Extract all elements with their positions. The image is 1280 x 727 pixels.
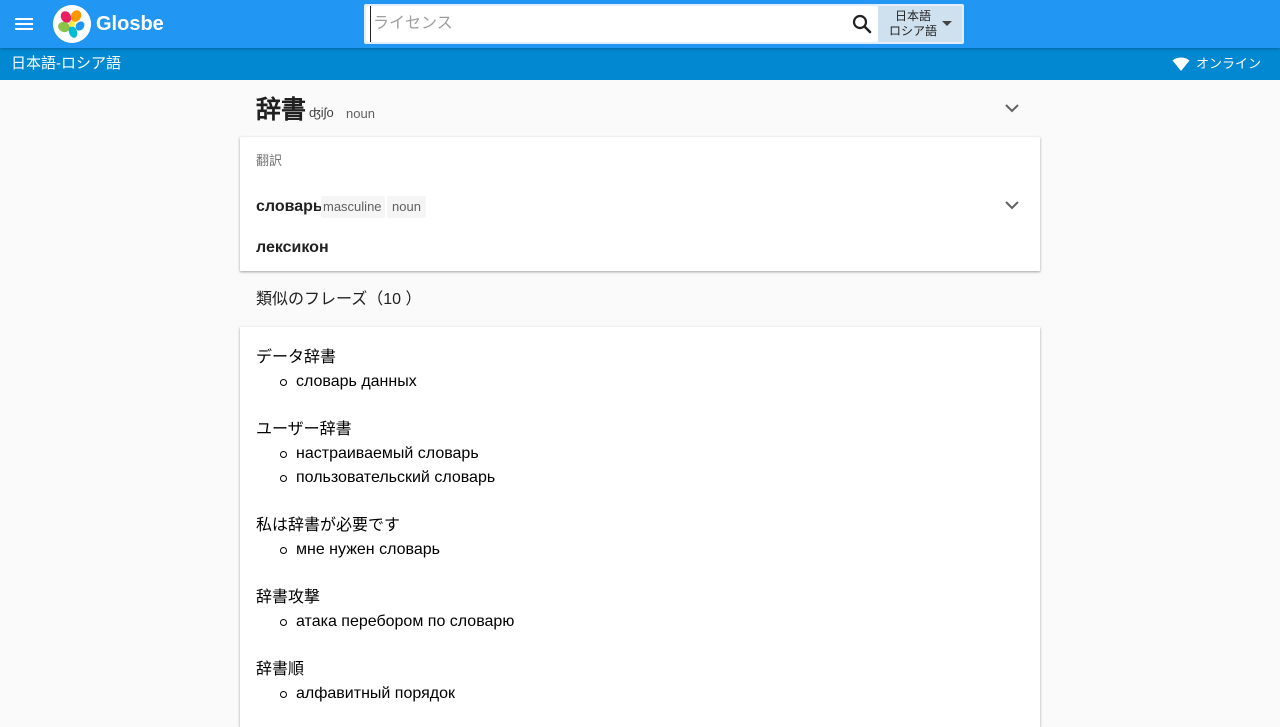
translation-word[interactable]: лексикон — [256, 238, 329, 258]
phrase-translation: пользовательский словарь — [296, 469, 496, 486]
phrase-translation: атака перебором по словарю — [296, 613, 515, 630]
similar-phrases-card: データ辞書 словарь данных ユーザー辞書 настраиваемы… — [240, 327, 1040, 727]
phrase-translation: настраиваемый словарь — [296, 445, 479, 462]
part-of-speech: noun — [346, 106, 375, 121]
list-bullet — [280, 379, 287, 386]
phrase-source[interactable]: 辞書順 — [256, 660, 304, 680]
menu-icon[interactable] — [12, 12, 36, 36]
language-pair-bar: 日本語-ロシア語 — [0, 48, 1280, 80]
search-input[interactable] — [370, 6, 844, 42]
pos-tag: noun — [392, 199, 421, 214]
translation-word[interactable]: словарь — [256, 197, 323, 217]
app-bar: Glosbe 日本語 ロシア語 — [0, 0, 1280, 48]
caret-down-icon — [942, 21, 952, 26]
translations-card: 翻訳 словарь masculine noun лексикон — [240, 137, 1040, 271]
list-bullet — [280, 451, 287, 458]
target-language: ロシア語 — [888, 24, 937, 38]
language-pair-title[interactable]: 日本語-ロシア語 — [11, 55, 121, 73]
pronunciation: ʤiʃo — [309, 105, 334, 120]
search-box: 日本語 ロシア語 — [364, 4, 964, 44]
source-language: 日本語 — [894, 9, 931, 23]
list-bullet — [280, 619, 287, 626]
chevron-down-icon[interactable] — [1002, 195, 1022, 215]
phrase-source[interactable]: データ辞書 — [256, 348, 336, 368]
chevron-down-icon[interactable] — [1002, 98, 1022, 118]
phrase-translation: мне нужен словарь — [296, 541, 440, 558]
search-icon[interactable] — [850, 12, 874, 36]
list-bullet — [280, 691, 287, 698]
brand-name[interactable]: Glosbe — [96, 12, 164, 36]
phrase-translation: алфавитный порядок — [296, 685, 455, 702]
gender-tag: masculine — [323, 199, 382, 214]
language-selector[interactable]: 日本語 ロシア語 — [878, 6, 962, 42]
phrase-source[interactable]: ユーザー辞書 — [256, 420, 352, 440]
glosbe-logo-icon[interactable] — [53, 5, 91, 43]
phrase-translation: словарь данных — [296, 373, 417, 390]
list-bullet — [280, 547, 287, 554]
translations-label: 翻訳 — [256, 153, 283, 168]
phrase-source[interactable]: 私は辞書が必要です — [256, 516, 400, 536]
list-bullet — [280, 475, 287, 482]
online-status: オンライン — [1196, 56, 1262, 71]
headword: 辞書 — [256, 96, 307, 124]
phrase-source[interactable]: 辞書攻撃 — [256, 588, 320, 608]
similar-phrases-heading: 類似のフレーズ（10 ） — [256, 291, 422, 308]
wifi-icon — [1172, 57, 1190, 71]
